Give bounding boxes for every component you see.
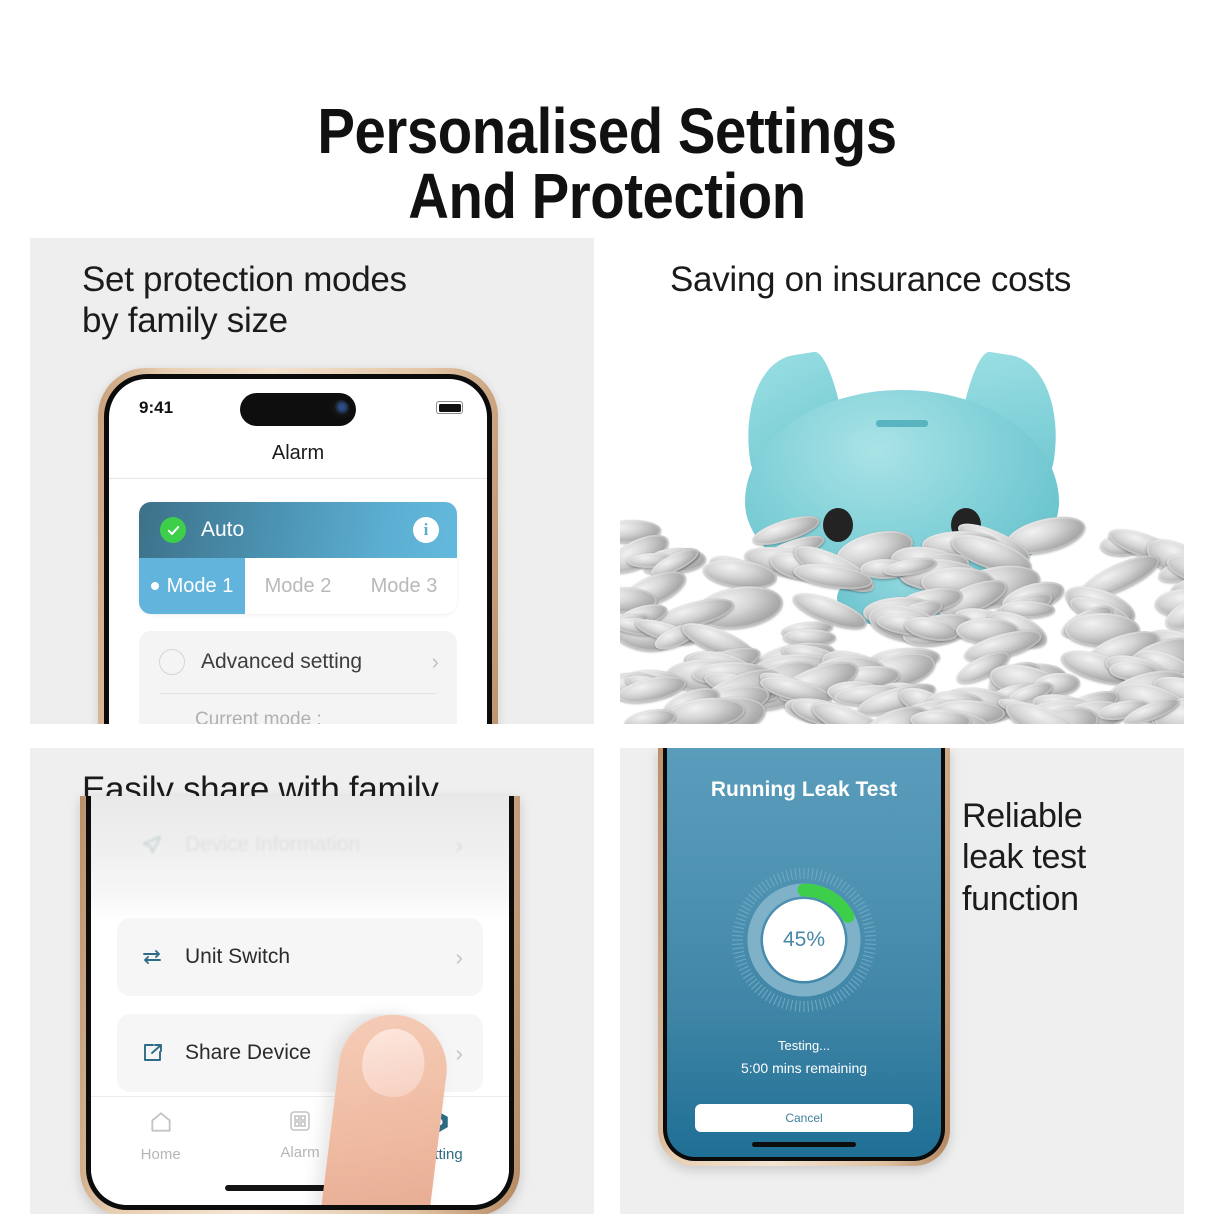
mode-tab-list: Mode 1 Mode 2 Mode 3 (139, 558, 457, 614)
page-title-line-2: And Protection (408, 160, 806, 233)
current-mode-label: Current mode : (195, 709, 322, 724)
advanced-setting-row[interactable]: Advanced setting › (139, 631, 457, 693)
settings-row-device-information[interactable]: Device Information › (117, 806, 483, 884)
panel-protection-modes: Set protection modes by family size 9:41… (30, 238, 594, 724)
panel-insurance-heading: Saving on insurance costs (670, 260, 1072, 299)
heading-line-1: Set protection modes (82, 260, 407, 299)
chevron-right-icon: › (431, 649, 439, 674)
page-title: Personalised Settings And Protection (73, 98, 1141, 233)
phone-mockup-settings: Device Information › Unit Switch › Share… (80, 796, 520, 1214)
nav-bar-divider (109, 478, 487, 479)
mode-tab-mode-1[interactable]: Mode 1 (139, 558, 245, 614)
mode-tab-label: Mode 1 (166, 574, 234, 597)
home-icon (148, 1109, 174, 1140)
settings-row-label: Unit Switch (185, 945, 291, 968)
check-icon (160, 517, 186, 543)
share-box-icon (137, 1041, 167, 1065)
progress-ring: 45% (728, 864, 880, 1016)
heading-line-3: function (962, 879, 1079, 918)
tab-label: Home (140, 1146, 181, 1163)
selected-dot-icon (150, 582, 159, 590)
info-icon[interactable]: i (413, 517, 439, 543)
send-icon (137, 834, 167, 856)
auto-mode-row[interactable]: Auto i (139, 502, 457, 558)
auto-mode-label: Auto (201, 518, 245, 541)
heading-line-2: by family size (82, 300, 288, 340)
phone-screen-leak-test: Running Leak Test 45% Testing... 5:00 mi… (667, 748, 941, 1157)
phone-screen-alarm: 9:41 Alarm Auto i Mode 1 Mode 2 Mode 3 A… (109, 379, 487, 724)
mode-tab-mode-3[interactable]: Mode 3 (351, 558, 457, 614)
leak-test-status: Testing... (777, 1038, 831, 1053)
status-bar-time: 9:41 (139, 398, 174, 417)
chevron-right-icon: › (455, 943, 463, 970)
panel-insurance-savings: Saving on insurance costs (620, 238, 1184, 724)
home-indicator (752, 1142, 856, 1147)
panel-leak-test-heading: Reliable leak test function (962, 796, 1086, 920)
piggy-bank-photo (620, 350, 1184, 724)
mode-selector-card: Auto i Mode 1 Mode 2 Mode 3 (139, 502, 457, 614)
nav-bar-title: Alarm (271, 442, 325, 464)
heading-line-2: leak test (962, 838, 1086, 877)
mode-tab-label: Mode 3 (370, 574, 438, 597)
fingernail (358, 1025, 429, 1101)
chevron-right-icon: › (455, 1039, 463, 1066)
leak-test-title: Running Leak Test (710, 778, 898, 801)
coin-slot (876, 420, 928, 427)
swap-arrows-icon (137, 945, 167, 969)
progress-percent-label: 45% (782, 928, 826, 951)
mode-tab-label: Mode 2 (264, 574, 332, 597)
tab-label: Alarm (280, 1144, 320, 1161)
settings-row-label: Device Information (185, 833, 361, 856)
phone-screen-settings: Device Information › Unit Switch › Share… (91, 796, 509, 1205)
panel-leak-test: Reliable leak test function Running Leak… (620, 748, 1184, 1214)
coin-pile (620, 494, 1184, 724)
radio-circle-icon (159, 649, 185, 675)
panel-protection-modes-heading: Set protection modes by family size (82, 260, 407, 341)
phone-bezel: Device Information › Unit Switch › Share… (86, 796, 514, 1210)
advanced-settings-card: Advanced setting › Current mode : (139, 631, 457, 724)
marketing-infographic: Personalised Settings And Protection Set… (0, 0, 1214, 1214)
grid-icon (288, 1109, 312, 1138)
advanced-setting-label: Advanced setting (201, 650, 363, 673)
heading-line-1: Reliable (962, 797, 1083, 835)
panel-share-with-family: Easily share with family Device Informat… (30, 748, 594, 1214)
row-divider (159, 693, 437, 694)
phone-bezel: 9:41 Alarm Auto i Mode 1 Mode 2 Mode 3 A… (104, 374, 492, 724)
chevron-right-icon: › (455, 831, 463, 858)
battery-icon (436, 401, 463, 414)
cancel-button[interactable]: Cancel (695, 1104, 913, 1132)
mode-tab-mode-2[interactable]: Mode 2 (245, 558, 351, 614)
settings-row-unit-switch[interactable]: Unit Switch › (117, 918, 483, 996)
leak-test-remaining: 5:00 mins remaining (740, 1060, 868, 1076)
dynamic-island (240, 393, 356, 426)
tab-home[interactable]: Home (91, 1109, 230, 1163)
page-title-line-1: Personalised Settings (317, 94, 897, 167)
phone-bezel: Running Leak Test 45% Testing... 5:00 mi… (663, 748, 945, 1161)
phone-mockup-alarm: 9:41 Alarm Auto i Mode 1 Mode 2 Mode 3 A… (98, 368, 498, 724)
phone-mockup-leak-test: Running Leak Test 45% Testing... 5:00 mi… (658, 748, 950, 1166)
